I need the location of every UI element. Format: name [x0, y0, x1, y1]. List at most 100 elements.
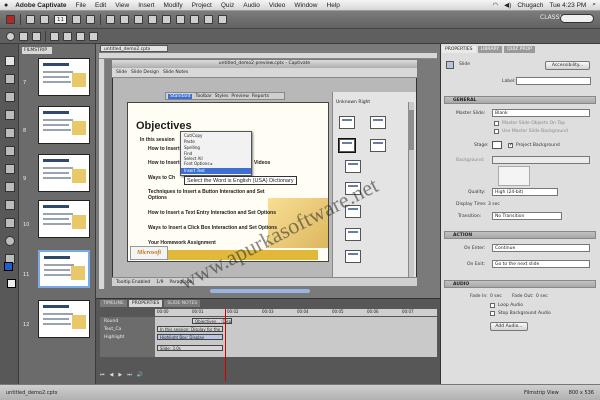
fill-color-swatch[interactable] — [4, 262, 13, 271]
text-entry-icon[interactable] — [5, 182, 15, 192]
rollover-icon[interactable] — [5, 110, 15, 120]
use-master-bg-checkbox[interactable] — [494, 129, 499, 134]
line-tool-icon[interactable] — [5, 200, 15, 210]
oval-tool-icon[interactable] — [5, 236, 15, 246]
stage-color-swatch[interactable] — [492, 141, 502, 149]
section-general[interactable]: GENERAL — [444, 96, 596, 104]
layout-thumbnail[interactable] — [345, 228, 361, 241]
on-exit-select[interactable]: Go to the next slide — [492, 260, 590, 268]
label-field[interactable] — [516, 77, 591, 85]
speaker-icon[interactable]: 🔊 — [137, 372, 143, 378]
transition-select[interactable]: No Transition — [492, 212, 562, 220]
record-dot-icon[interactable] — [6, 31, 15, 41]
highlight-icon[interactable] — [5, 128, 15, 138]
section-audio[interactable]: AUDIO — [444, 280, 596, 288]
timeline-tab[interactable]: PROPERTIES — [128, 300, 163, 307]
context-menu-item[interactable]: Insert Text — [184, 168, 205, 173]
menu-edit[interactable]: Edit — [95, 2, 106, 9]
context-menu-item[interactable]: Font Options ▸ — [184, 161, 213, 166]
menu-video[interactable]: Video — [269, 2, 286, 9]
timeline-layer-name[interactable]: Highlight — [104, 335, 124, 340]
menu-insert[interactable]: Insert — [138, 2, 154, 9]
timeline-layer-name[interactable]: Text_Ca — [104, 327, 121, 332]
on-enter-select[interactable]: Continue — [492, 244, 590, 252]
slide-line-suffix[interactable]: Videos — [254, 160, 270, 166]
context-menu-item[interactable]: Cut/Copy — [184, 133, 202, 138]
timeline-playhead[interactable] — [225, 309, 226, 381]
timeline-tab[interactable]: SLIDE NOTES — [164, 300, 201, 307]
inner-tab[interactable]: Reports — [252, 94, 269, 99]
menu-app-name[interactable]: Adobe Captivate — [15, 2, 66, 9]
menu-view[interactable]: View — [115, 2, 129, 9]
arrow-up-icon[interactable] — [72, 15, 81, 24]
slide-line[interactable]: How to Insert a Text Entry Interaction a… — [148, 210, 276, 216]
image-icon[interactable] — [162, 15, 171, 24]
layout-thumbnail[interactable] — [370, 116, 386, 129]
quiz-properties-tab[interactable]: QUIZ PROP — [504, 46, 535, 53]
audio-icon[interactable] — [204, 15, 213, 24]
add-audio-button[interactable]: Add Audio... — [490, 322, 528, 331]
scrollbar-thumb[interactable] — [408, 110, 414, 150]
slide-line[interactable]: Ways to Ch — [148, 175, 175, 181]
align-right-icon[interactable] — [76, 31, 85, 41]
slide-thumbnail[interactable] — [38, 58, 90, 96]
search-input[interactable] — [560, 14, 594, 23]
text-tool-icon[interactable] — [5, 92, 15, 102]
slide-thumbnail[interactable] — [38, 154, 90, 192]
layout-thumbnail[interactable] — [345, 160, 361, 173]
back-icon[interactable]: ◀ — [110, 372, 114, 378]
slide-thumbnail[interactable] — [38, 106, 90, 144]
master-slide-select[interactable]: Blank — [492, 109, 590, 117]
arrow-down-icon[interactable] — [86, 15, 95, 24]
record-icon[interactable] — [106, 15, 115, 24]
forward-icon[interactable]: ⏭ — [127, 372, 132, 378]
align-center-icon[interactable] — [63, 31, 72, 41]
apple-icon[interactable]: ● — [4, 2, 8, 9]
slide-line[interactable]: How to Insert — [148, 146, 180, 152]
open-icon[interactable] — [40, 15, 49, 24]
inner-toolbar-item[interactable]: Slide Notes — [163, 70, 188, 75]
publish-icon[interactable] — [134, 15, 143, 24]
user-name[interactable]: Chugach — [517, 2, 543, 9]
clock[interactable]: Tue 4:23 PM — [549, 2, 586, 9]
distribute-icon[interactable] — [89, 31, 98, 41]
timeline-tab[interactable]: TIMELINE — [100, 300, 127, 307]
stop-bg-audio-checkbox[interactable] — [490, 311, 495, 316]
spotlight-icon[interactable]: ⌕ — [592, 1, 596, 9]
timeline-ruler[interactable]: 00:00 00:01 00:02 00:03 00:04 00:05 00:0… — [155, 309, 437, 316]
rectangle-tool-icon[interactable] — [5, 218, 15, 228]
slide-line[interactable]: In this session — [140, 137, 175, 143]
inner-tab[interactable]: Styles — [215, 94, 229, 99]
library-tab[interactable]: LIBRARY — [477, 46, 503, 53]
new-slide-icon[interactable] — [26, 15, 35, 24]
section-action[interactable]: ACTION — [444, 231, 596, 239]
menu-audio[interactable]: Audio — [243, 2, 260, 9]
zoom-tool-icon[interactable] — [5, 74, 15, 84]
selection-tool-icon[interactable] — [5, 56, 15, 66]
timeline-object-bar[interactable]: Highlight Box: Display — [157, 334, 223, 340]
video-icon[interactable] — [190, 15, 199, 24]
timeline-object-bar[interactable]: Objectives... :Display for the rest of t… — [192, 318, 232, 324]
slide-thumbnail[interactable] — [38, 200, 90, 238]
animation-icon[interactable] — [176, 15, 185, 24]
rewind-icon[interactable]: ⏮ — [100, 372, 105, 378]
accessibility-button[interactable]: Accessibility... — [545, 61, 590, 70]
slide-line[interactable]: How to Insert — [148, 160, 180, 166]
layout-thumbnail[interactable] — [339, 116, 355, 129]
fade-in-value[interactable]: 0 sec — [490, 294, 502, 299]
timeline-layer-name[interactable]: Round — [104, 319, 118, 324]
inner-toolbar-item[interactable]: Slide — [116, 70, 127, 75]
menu-modify[interactable]: Modify — [163, 2, 182, 9]
fade-out-value[interactable]: 0 sec — [536, 294, 548, 299]
master-objects-on-top-checkbox[interactable] — [494, 121, 499, 126]
timeline-object-bar[interactable]: In this session: Display for the rest — [157, 326, 223, 332]
context-menu-item[interactable]: Paste — [184, 139, 195, 144]
volume-icon[interactable]: ◀) — [504, 1, 511, 9]
slide-thumbnail[interactable] — [38, 300, 90, 338]
background-field[interactable] — [492, 156, 590, 164]
play-icon[interactable]: ▶ — [118, 372, 122, 378]
menu-project[interactable]: Project — [192, 2, 212, 9]
text-caption-icon[interactable] — [148, 15, 157, 24]
inner-tab[interactable]: Standard — [168, 93, 193, 99]
project-background-checkbox[interactable] — [508, 142, 513, 148]
